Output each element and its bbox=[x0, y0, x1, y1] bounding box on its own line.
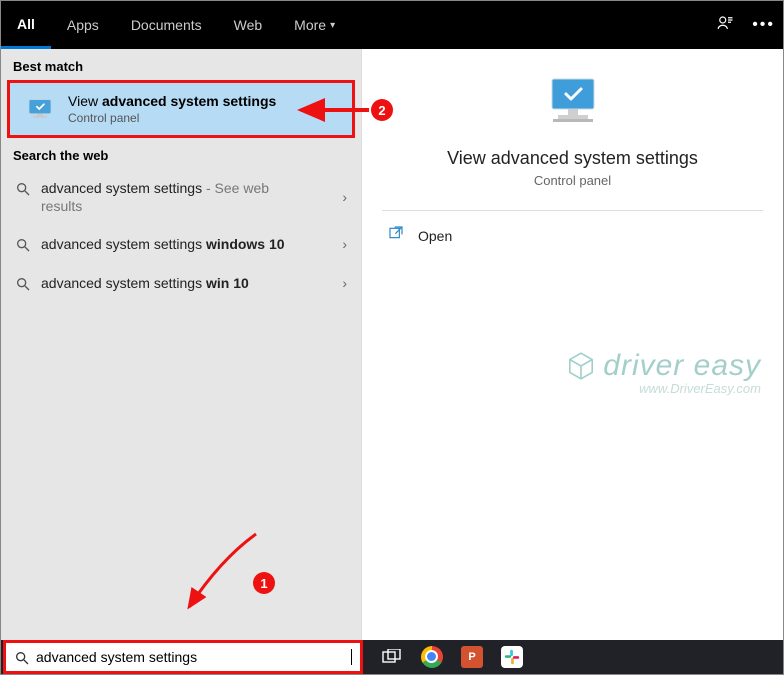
web-result-0[interactable]: advanced system settings - See web resul… bbox=[1, 169, 361, 225]
web-result-text: advanced system settings - See web resul… bbox=[41, 179, 311, 215]
text-caret bbox=[351, 649, 352, 665]
watermark: driver easy www.DriverEasy.com bbox=[565, 349, 761, 396]
search-input-container[interactable] bbox=[3, 640, 363, 674]
web-result-text: advanced system settings win 10 bbox=[41, 274, 249, 292]
search-input[interactable] bbox=[36, 649, 350, 665]
slack-icon[interactable] bbox=[501, 646, 523, 668]
open-label: Open bbox=[418, 228, 452, 244]
feedback-icon[interactable] bbox=[716, 14, 734, 37]
web-result-2[interactable]: advanced system settings win 10 › bbox=[1, 264, 361, 302]
tab-web[interactable]: Web bbox=[218, 1, 279, 49]
more-options-icon[interactable]: ••• bbox=[752, 16, 775, 34]
annotation-arrow-1 bbox=[181, 529, 271, 624]
annotation-arrow-2 bbox=[297, 101, 375, 124]
tab-more[interactable]: More▾ bbox=[278, 1, 351, 49]
preview-app-icon bbox=[538, 75, 608, 134]
chevron-down-icon: ▾ bbox=[330, 20, 335, 31]
open-action[interactable]: Open bbox=[362, 211, 783, 260]
search-filter-tabs: All Apps Documents Web More▾ ••• bbox=[1, 1, 783, 49]
chevron-right-icon: › bbox=[342, 189, 347, 205]
web-result-text: advanced system settings windows 10 bbox=[41, 235, 285, 253]
search-icon bbox=[15, 181, 31, 197]
open-icon bbox=[388, 225, 404, 246]
search-web-header: Search the web bbox=[1, 138, 361, 169]
search-icon bbox=[15, 276, 31, 292]
powerpoint-icon[interactable]: P bbox=[461, 646, 483, 668]
task-view-icon[interactable] bbox=[381, 646, 403, 668]
web-result-1[interactable]: advanced system settings windows 10 › bbox=[1, 225, 361, 263]
preview-subtitle: Control panel bbox=[362, 173, 783, 188]
preview-pane: View advanced system settings Control pa… bbox=[361, 49, 783, 641]
taskbar: P bbox=[1, 640, 783, 674]
best-match-title: View advanced system settings bbox=[68, 93, 276, 109]
chevron-right-icon: › bbox=[342, 275, 347, 291]
preview-title: View advanced system settings bbox=[362, 148, 783, 169]
cube-icon bbox=[565, 350, 597, 382]
best-match-subtitle: Control panel bbox=[68, 111, 276, 125]
chrome-icon[interactable] bbox=[421, 646, 443, 668]
search-icon bbox=[14, 650, 30, 666]
chevron-right-icon: › bbox=[342, 236, 347, 252]
control-panel-icon bbox=[24, 98, 56, 120]
tab-all[interactable]: All bbox=[1, 1, 51, 49]
tab-apps[interactable]: Apps bbox=[51, 1, 115, 49]
tab-documents[interactable]: Documents bbox=[115, 1, 218, 49]
best-match-header: Best match bbox=[1, 49, 361, 80]
search-icon bbox=[15, 237, 31, 253]
